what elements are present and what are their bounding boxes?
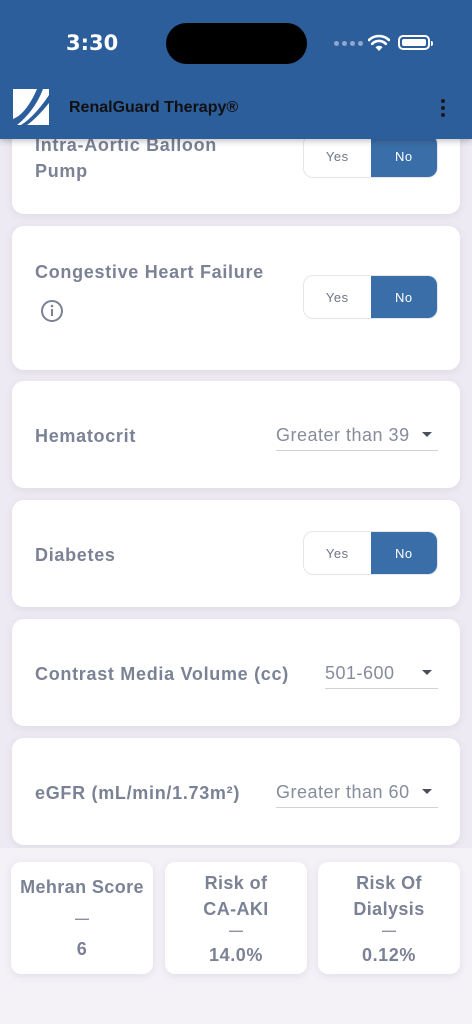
risk-caki-card: Risk of CA-AKI — 14.0% bbox=[165, 862, 307, 974]
risk-dialysis-dash: — bbox=[382, 922, 396, 938]
dynamic-island bbox=[166, 23, 307, 64]
hematocrit-dropdown[interactable]: Greater than 39 bbox=[276, 420, 438, 451]
caret-down-icon bbox=[422, 432, 432, 437]
diabetes-label: Diabetes bbox=[35, 545, 116, 565]
diabetes-no-option[interactable]: No bbox=[370, 532, 437, 574]
diabetes-toggle[interactable]: Yes No bbox=[303, 531, 438, 575]
contrast-volume-dropdown[interactable]: 501-600 bbox=[325, 658, 438, 689]
egfr-value: Greater than 60 bbox=[276, 781, 410, 802]
hematocrit-card: Hematocrit Greater than 39 bbox=[12, 381, 460, 488]
diabetes-yes-option[interactable]: Yes bbox=[304, 532, 371, 574]
chf-card: Congestive Heart Failure Yes No bbox=[12, 226, 460, 370]
contrast-volume-value: 501-600 bbox=[325, 662, 395, 683]
hematocrit-label: Hematocrit bbox=[35, 426, 137, 446]
contrast-volume-card: Contrast Media Volume (cc) 501-600 bbox=[12, 619, 460, 726]
signal-dots-icon bbox=[334, 41, 363, 46]
mehran-score-dash: — bbox=[75, 910, 89, 926]
egfr-card: eGFR (mL/min/1.73m²) Greater than 60 bbox=[12, 738, 460, 845]
iabp-toggle[interactable]: Yes No bbox=[303, 134, 438, 178]
risk-caki-dash: — bbox=[229, 922, 243, 938]
egfr-dropdown[interactable]: Greater than 60 bbox=[276, 777, 438, 808]
chf-yes-option[interactable]: Yes bbox=[304, 276, 371, 318]
chf-no-option[interactable]: No bbox=[370, 276, 437, 318]
chf-toggle[interactable]: Yes No bbox=[303, 275, 438, 319]
iabp-label: Intra-Aortic Balloon Pump bbox=[35, 135, 218, 181]
info-icon[interactable] bbox=[40, 299, 64, 323]
hematocrit-value: Greater than 39 bbox=[276, 424, 410, 445]
caret-down-icon bbox=[422, 670, 432, 675]
renalguard-logo bbox=[13, 89, 49, 125]
egfr-label: eGFR (mL/min/1.73m²) bbox=[35, 783, 241, 803]
mehran-score-title: Mehran Score bbox=[20, 877, 144, 897]
risk-caki-title: Risk of CA-AKI bbox=[203, 873, 269, 919]
caret-down-icon bbox=[422, 789, 432, 794]
risk-caki-value: 14.0% bbox=[208, 945, 264, 965]
risk-dialysis-title: Risk Of Dialysis bbox=[353, 873, 425, 919]
wifi-icon bbox=[368, 34, 390, 51]
chf-label: Congestive Heart Failure bbox=[35, 262, 264, 282]
contrast-volume-label: Contrast Media Volume (cc) bbox=[35, 664, 289, 684]
kebab-menu-icon[interactable] bbox=[440, 99, 446, 119]
app-header: 3:30 RenalGuard Therapy® bbox=[0, 0, 472, 139]
mehran-score-card: Mehran Score — 6 bbox=[11, 862, 153, 974]
status-time: 3:30 bbox=[66, 31, 119, 55]
status-indicators bbox=[334, 33, 438, 55]
mehran-score-value: 6 bbox=[76, 939, 88, 959]
battery-icon bbox=[398, 35, 433, 50]
risk-dialysis-card: Risk Of Dialysis — 0.12% bbox=[318, 862, 460, 974]
risk-dialysis-value: 0.12% bbox=[361, 945, 417, 965]
iabp-no-option[interactable]: No bbox=[370, 135, 437, 177]
diabetes-card: Diabetes Yes No bbox=[12, 500, 460, 607]
iabp-yes-option[interactable]: Yes bbox=[304, 135, 371, 177]
app-title: RenalGuard Therapy® bbox=[69, 99, 239, 116]
